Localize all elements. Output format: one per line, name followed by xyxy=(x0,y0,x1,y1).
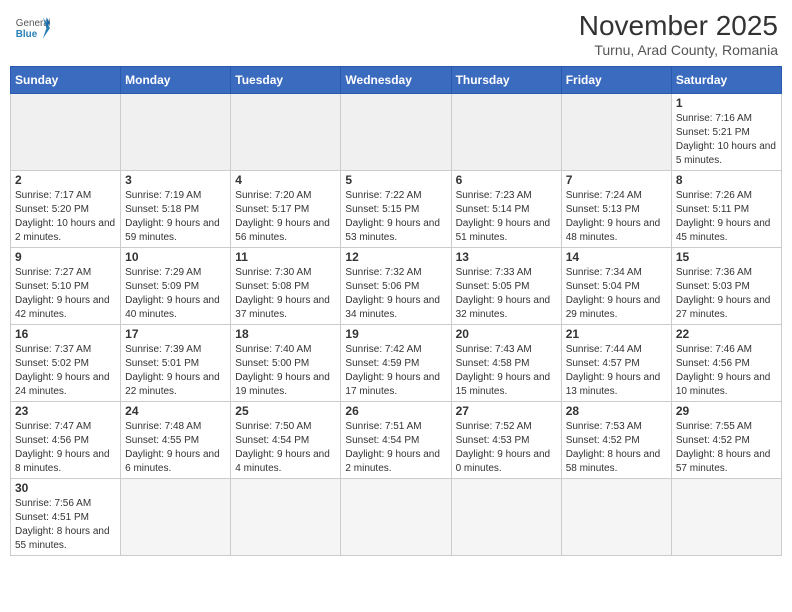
day-6: 6 Sunrise: 7:23 AMSunset: 5:14 PMDayligh… xyxy=(451,171,561,248)
day-25: 25 Sunrise: 7:50 AMSunset: 4:54 PMDaylig… xyxy=(231,402,341,479)
day-22: 22 Sunrise: 7:46 AMSunset: 4:56 PMDaylig… xyxy=(671,325,781,402)
week-row-1: 1 Sunrise: 7:16 AM Sunset: 5:21 PM Dayli… xyxy=(11,94,782,171)
day-17: 17 Sunrise: 7:39 AMSunset: 5:01 PMDaylig… xyxy=(121,325,231,402)
week-row-2: 2 Sunrise: 7:17 AMSunset: 5:20 PMDayligh… xyxy=(11,171,782,248)
empty-cell xyxy=(121,479,231,556)
day-8: 8 Sunrise: 7:26 AMSunset: 5:11 PMDayligh… xyxy=(671,171,781,248)
day-21: 21 Sunrise: 7:44 AMSunset: 4:57 PMDaylig… xyxy=(561,325,671,402)
header-saturday: Saturday xyxy=(671,67,781,94)
day-10: 10 Sunrise: 7:29 AMSunset: 5:09 PMDaylig… xyxy=(121,248,231,325)
empty-cell xyxy=(671,479,781,556)
day-15: 15 Sunrise: 7:36 AMSunset: 5:03 PMDaylig… xyxy=(671,248,781,325)
day-7: 7 Sunrise: 7:24 AMSunset: 5:13 PMDayligh… xyxy=(561,171,671,248)
day-14: 14 Sunrise: 7:34 AMSunset: 5:04 PMDaylig… xyxy=(561,248,671,325)
title-block: November 2025 Turnu, Arad County, Romani… xyxy=(579,10,778,58)
empty-cell xyxy=(121,94,231,171)
day-4: 4 Sunrise: 7:20 AMSunset: 5:17 PMDayligh… xyxy=(231,171,341,248)
day-12: 12 Sunrise: 7:32 AMSunset: 5:06 PMDaylig… xyxy=(341,248,451,325)
month-title: November 2025 xyxy=(579,10,778,42)
day-30: 30 Sunrise: 7:56 AMSunset: 4:51 PMDaylig… xyxy=(11,479,121,556)
day-19: 19 Sunrise: 7:42 AMSunset: 4:59 PMDaylig… xyxy=(341,325,451,402)
day-20: 20 Sunrise: 7:43 AMSunset: 4:58 PMDaylig… xyxy=(451,325,561,402)
empty-cell xyxy=(11,94,121,171)
day-29: 29 Sunrise: 7:55 AMSunset: 4:52 PMDaylig… xyxy=(671,402,781,479)
header-thursday: Thursday xyxy=(451,67,561,94)
day-27: 27 Sunrise: 7:52 AMSunset: 4:53 PMDaylig… xyxy=(451,402,561,479)
page-header: General Blue November 2025 Turnu, Arad C… xyxy=(10,10,782,58)
empty-cell xyxy=(231,479,341,556)
day-24: 24 Sunrise: 7:48 AMSunset: 4:55 PMDaylig… xyxy=(121,402,231,479)
empty-cell xyxy=(451,479,561,556)
day-1: 1 Sunrise: 7:16 AM Sunset: 5:21 PM Dayli… xyxy=(671,94,781,171)
header-sunday: Sunday xyxy=(11,67,121,94)
day-23: 23 Sunrise: 7:47 AMSunset: 4:56 PMDaylig… xyxy=(11,402,121,479)
header-monday: Monday xyxy=(121,67,231,94)
empty-cell xyxy=(451,94,561,171)
day-9: 9 Sunrise: 7:27 AMSunset: 5:10 PMDayligh… xyxy=(11,248,121,325)
header-wednesday: Wednesday xyxy=(341,67,451,94)
weekday-header-row: Sunday Monday Tuesday Wednesday Thursday… xyxy=(11,67,782,94)
logo: General Blue xyxy=(14,10,50,46)
calendar-table: Sunday Monday Tuesday Wednesday Thursday… xyxy=(10,66,782,556)
day-18: 18 Sunrise: 7:40 AMSunset: 5:00 PMDaylig… xyxy=(231,325,341,402)
day-3: 3 Sunrise: 7:19 AMSunset: 5:18 PMDayligh… xyxy=(121,171,231,248)
day-26: 26 Sunrise: 7:51 AMSunset: 4:54 PMDaylig… xyxy=(341,402,451,479)
week-row-3: 9 Sunrise: 7:27 AMSunset: 5:10 PMDayligh… xyxy=(11,248,782,325)
day-13: 13 Sunrise: 7:33 AMSunset: 5:05 PMDaylig… xyxy=(451,248,561,325)
day-5: 5 Sunrise: 7:22 AMSunset: 5:15 PMDayligh… xyxy=(341,171,451,248)
location: Turnu, Arad County, Romania xyxy=(579,42,778,58)
logo-icon: General Blue xyxy=(14,10,50,46)
header-tuesday: Tuesday xyxy=(231,67,341,94)
empty-cell xyxy=(561,479,671,556)
day-28: 28 Sunrise: 7:53 AMSunset: 4:52 PMDaylig… xyxy=(561,402,671,479)
empty-cell xyxy=(341,479,451,556)
day-2: 2 Sunrise: 7:17 AMSunset: 5:20 PMDayligh… xyxy=(11,171,121,248)
svg-text:General: General xyxy=(16,18,50,29)
svg-text:Blue: Blue xyxy=(16,29,38,40)
week-row-5: 23 Sunrise: 7:47 AMSunset: 4:56 PMDaylig… xyxy=(11,402,782,479)
empty-cell xyxy=(341,94,451,171)
empty-cell xyxy=(231,94,341,171)
week-row-6: 30 Sunrise: 7:56 AMSunset: 4:51 PMDaylig… xyxy=(11,479,782,556)
empty-cell xyxy=(561,94,671,171)
day-16: 16 Sunrise: 7:37 AMSunset: 5:02 PMDaylig… xyxy=(11,325,121,402)
day-11: 11 Sunrise: 7:30 AMSunset: 5:08 PMDaylig… xyxy=(231,248,341,325)
week-row-4: 16 Sunrise: 7:37 AMSunset: 5:02 PMDaylig… xyxy=(11,325,782,402)
header-friday: Friday xyxy=(561,67,671,94)
